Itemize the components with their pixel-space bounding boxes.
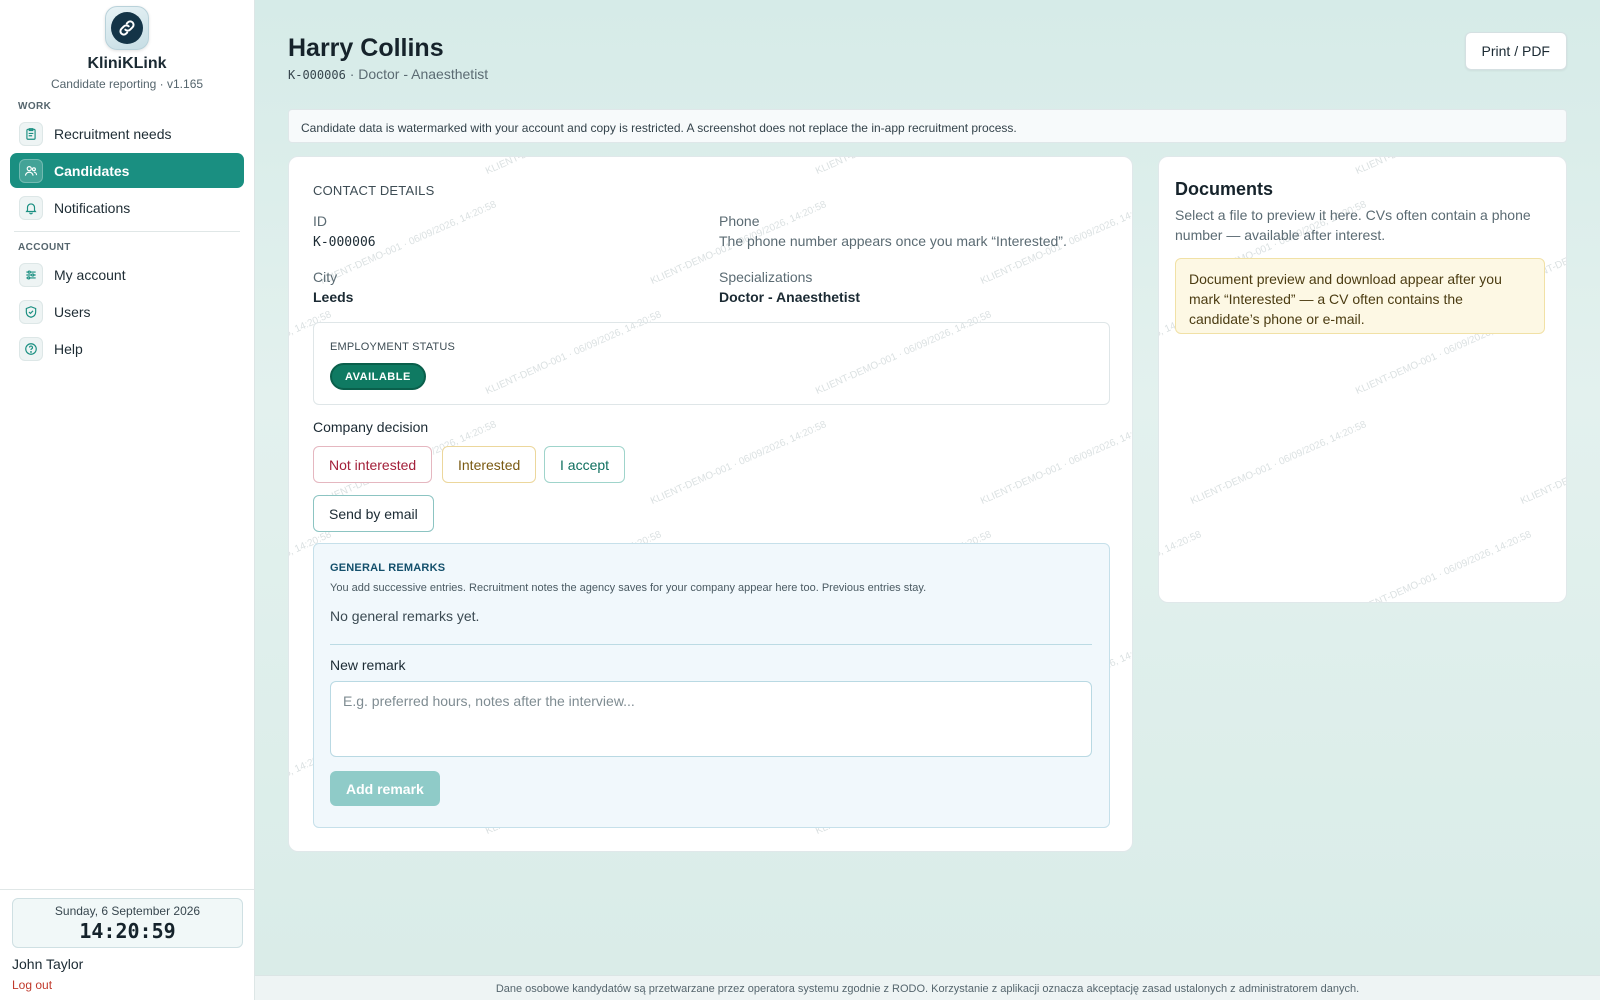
sidebar-item-label: Help: [54, 340, 83, 357]
not-interested-button[interactable]: Not interested: [313, 446, 433, 483]
sidebar-footer: Sunday, 6 September 2026 14:20:59 John T…: [0, 889, 255, 1000]
users-icon: [19, 158, 43, 183]
specializations-label: Specializations: [719, 269, 813, 285]
brand: KliniKLink Candidate reporting · v1.165: [0, 0, 254, 91]
company-decision-label: Company decision: [313, 419, 429, 435]
current-user: John Taylor: [12, 956, 84, 972]
logout-link[interactable]: Log out: [12, 978, 243, 992]
sidebar-item-label: Recruitment needs: [54, 125, 172, 142]
watermark-text: KLIENT-DEMO-001 · 06/09/2026, 14:20:58: [1519, 419, 1566, 508]
city-value: Leeds: [313, 289, 354, 305]
candidate-id: K-000006: [288, 68, 346, 82]
brand-name: KliniKLink: [87, 55, 167, 72]
nav-divider: [14, 231, 240, 232]
sidebar-item-my-account[interactable]: My account: [10, 257, 244, 292]
shield-icon: [19, 299, 43, 324]
sidebar-item-label: Users: [54, 303, 91, 320]
section-label-account: ACCOUNT: [18, 242, 71, 253]
help-icon: [19, 336, 43, 361]
watermark-text: KLIENT-DEMO-001 · 06/09/2026, 14:20:58: [289, 157, 333, 177]
status-badge: AVAILABLE: [330, 363, 426, 390]
interested-button[interactable]: Interested: [442, 446, 537, 483]
gdpr-footer: Dane osobowe kandydatów są przetwarzane …: [255, 975, 1600, 1000]
id-value: K-000006: [313, 235, 376, 250]
documents-description: Select a file to preview it here. CVs of…: [1175, 207, 1531, 243]
new-remark-label: New remark: [330, 657, 406, 673]
sidebar-item-label: Candidates: [54, 162, 130, 179]
clock: Sunday, 6 September 2026 14:20:59: [12, 898, 243, 948]
contact-card: KLIENT-DEMO-001 · 06/09/2026, 14:20:58 KL…: [288, 156, 1133, 852]
page-title: Harry Collins: [288, 34, 444, 62]
link-icon: [111, 12, 143, 44]
phone-value: The phone number appears once you mark “…: [719, 233, 1067, 249]
id-label: ID: [313, 213, 327, 229]
clock-date: Sunday, 6 September 2026: [54, 904, 201, 918]
watermark-text: KLIENT-DEMO-001 · 06/09/2026, 14:20:58: [979, 419, 1132, 508]
accept-button[interactable]: I accept: [544, 446, 626, 483]
sidebar-item-help[interactable]: Help: [10, 331, 244, 366]
city-label: City: [313, 269, 338, 285]
watermark-text: KLIENT-DEMO-001 · 06/09/2026, 14:20:58: [1189, 419, 1369, 508]
clock-time: 14:20:59: [79, 919, 176, 943]
clipboard-icon: [19, 121, 43, 146]
watermark-text: KLIENT-DEMO-001 · 06/09/2026, 14:20:58: [1159, 157, 1203, 177]
add-remark-button[interactable]: Add remark: [330, 771, 440, 806]
section-title: CONTACT DETAILS: [313, 183, 435, 198]
brand-subtitle: Candidate reporting · v1.165: [50, 77, 204, 91]
phone-label: Phone: [719, 213, 760, 229]
sidebar-item-label: Notifications: [54, 199, 131, 216]
sliders-icon: [19, 262, 43, 287]
remarks-empty-state: No general remarks yet.: [330, 608, 480, 624]
print-pdf-button[interactable]: Print / PDF: [1464, 32, 1567, 70]
main-content: Harry Collins K-000006 · Doctor - Anaest…: [255, 0, 1600, 975]
remarks-title: GENERAL REMARKS: [330, 562, 446, 574]
sidebar-item-users[interactable]: Users: [10, 294, 244, 329]
sidebar-item-label: My account: [54, 266, 126, 283]
watermark-text: KLIENT-DEMO-001 · 06/09/2026, 14:20:58: [814, 157, 993, 177]
watermark-text: KLIENT-DEMO-001 · 06/09/2026, 14:20:58: [649, 419, 829, 508]
watermark-text: KLIENT-DEMO-001 · 06/09/2026, 14:20:58: [1354, 529, 1534, 602]
specializations-value: Doctor - Anaesthetist: [719, 289, 861, 305]
sidebar: KliniKLink Candidate reporting · v1.165 …: [0, 0, 255, 1000]
section-label-work: WORK: [18, 101, 52, 112]
documents-card: KLIENT-DEMO-001 · 06/09/2026, 14:20:58 KL…: [1158, 156, 1567, 603]
send-by-email-button[interactable]: Send by email: [313, 495, 434, 532]
sidebar-item-candidates[interactable]: Candidates: [10, 153, 244, 188]
documents-warning: Document preview and download appear aft…: [1175, 258, 1545, 334]
sidebar-item-recruitment-needs[interactable]: Recruitment needs: [10, 116, 244, 151]
bell-icon: [19, 195, 43, 220]
documents-title: Documents: [1175, 179, 1274, 199]
remarks-divider: [330, 644, 1092, 645]
new-remark-input[interactable]: [330, 681, 1092, 757]
candidate-role: · Doctor - Anaesthetist: [349, 66, 489, 82]
general-remarks: GENERAL REMARKS You add successive entri…: [313, 543, 1110, 828]
employment-status-label: EMPLOYMENT STATUS: [330, 341, 456, 353]
watermark-text: KLIENT-DEMO-001 · 06/09/2026, 14:20:58: [484, 157, 663, 177]
watermark-text: KLIENT-DEMO-001 · 06/09/2026, 14:20:58: [1354, 157, 1533, 177]
page-subtitle: K-000006 · Doctor - Anaesthetist: [288, 66, 488, 82]
employment-status-box: EMPLOYMENT STATUS AVAILABLE: [313, 322, 1110, 405]
watermark-notice: Candidate data is watermarked with your …: [288, 109, 1567, 143]
app-logo: [105, 6, 149, 50]
watermark-text: KLIENT-DEMO-001 · 06/09/2026, 14:20:58: [1159, 529, 1204, 602]
remarks-description: You add successive entries. Recruitment …: [330, 582, 927, 594]
sidebar-item-notifications[interactable]: Notifications: [10, 190, 244, 225]
